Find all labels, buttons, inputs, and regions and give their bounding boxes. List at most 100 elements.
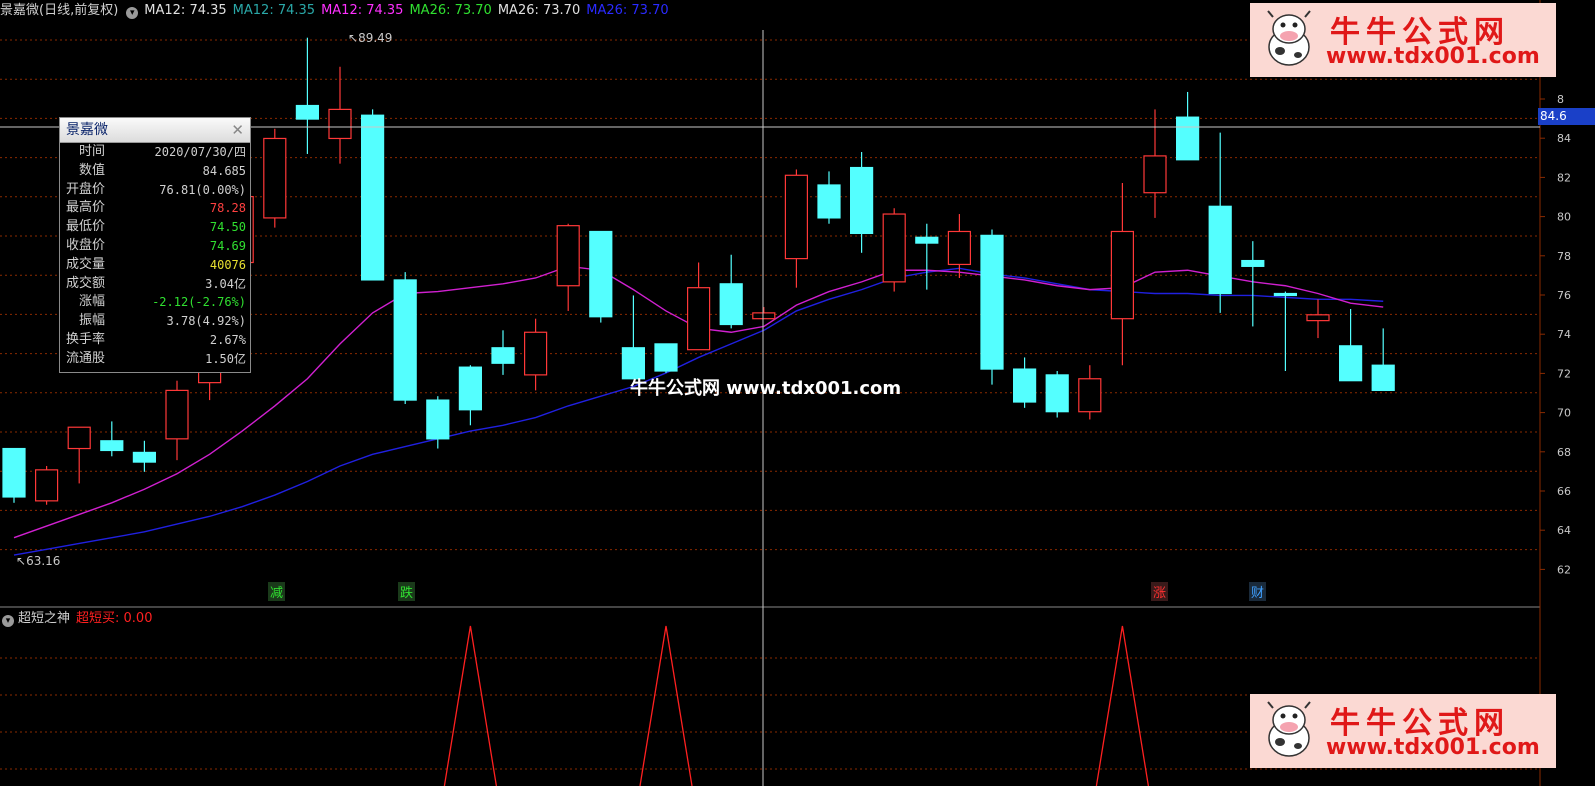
signal-marker: 财 (1249, 582, 1267, 601)
info-value: 74.69 (209, 238, 246, 253)
crosshair-price-tag: 84.6 (1538, 108, 1595, 125)
candle-body (980, 234, 1004, 370)
candle-body (915, 236, 939, 244)
candle-body (849, 166, 874, 235)
info-label: 收盘价 (66, 237, 106, 253)
info-panel[interactable]: 景嘉微 ✕ 时间 2020/07/30/四数值 84.685 开盘价 76.81(0.0… (59, 117, 251, 373)
indicator-list: MA12: 74.35 MA12: 74.35 MA12: 74.35 MA26: 7… (144, 3, 674, 18)
indicator-value: MA26: 73.70 (586, 3, 669, 18)
candle-body (2, 447, 26, 498)
axis-tick-label: 84 (1557, 132, 1571, 145)
info-row: 收盘价 74.69 (60, 237, 250, 256)
info-label: 成交额 (66, 275, 106, 291)
info-row: 成交额 3.04亿 (60, 275, 250, 294)
axis-tick-label: 78 (1557, 250, 1571, 263)
candle-body (263, 137, 287, 219)
candle-body (328, 108, 352, 140)
info-row: 开盘价 76.81(0.00%) (60, 181, 250, 200)
candle-body (882, 213, 906, 283)
indicator-value: MA12: 74.35 (321, 3, 404, 18)
signal-spike (443, 625, 498, 786)
indicator-value: MA26: 73.70 (497, 3, 581, 18)
candle-body (1208, 205, 1232, 295)
info-row: 最高价 78.28 (60, 199, 250, 218)
logo-url: www.tdx001.com (1326, 44, 1540, 69)
candle-body (1143, 155, 1167, 194)
candle-body (589, 230, 613, 318)
info-value: 2.67% (209, 332, 246, 347)
info-title-bar[interactable]: 景嘉微 ✕ (60, 118, 250, 143)
candle-body (719, 283, 743, 326)
candle-body (67, 426, 91, 450)
info-value: 3.78(4.92%) (166, 314, 246, 329)
info-label: 成交量 (66, 256, 106, 272)
cow-mascot-icon (1267, 10, 1311, 66)
axis-tick-label: 74 (1557, 328, 1571, 341)
info-label: 涨幅 (79, 294, 106, 310)
candle-body (1306, 314, 1330, 322)
candle-body (1110, 230, 1135, 320)
logo-url: www.tdx001.com (1326, 735, 1540, 760)
info-value: -2.12(-2.76%) (152, 295, 246, 310)
candle-body (361, 114, 385, 281)
candle-body (393, 279, 417, 401)
axis-tick-label: 62 (1557, 563, 1571, 576)
info-rows: 时间 2020/07/30/四数值 84.685 开盘价 76.81(0.00%) 最高价… (60, 143, 250, 369)
info-value: 78.28 (209, 201, 246, 216)
info-row: 振幅 3.78(4.92%) (60, 312, 250, 331)
info-value: 74.50 (209, 220, 246, 235)
subchart-header: ▾ 超短之神 超短买: 0.00 (0, 608, 152, 630)
candle-body (165, 389, 189, 440)
candle-body (1012, 368, 1037, 403)
info-row: 换手率 2.67% (60, 331, 250, 350)
info-value: 2020/07/30/四 (154, 145, 246, 159)
signal-label: 超短买: 0.00 (76, 611, 153, 626)
candle-body (784, 174, 809, 260)
signal-marker: 涨 (1151, 582, 1169, 601)
candle-body (817, 184, 841, 219)
info-value: 3.04亿 (205, 276, 246, 291)
center-watermark: 牛牛公式网 www.tdx001.com (630, 378, 902, 399)
candle-body (947, 230, 972, 266)
candle-body (100, 440, 124, 452)
candle-body (426, 399, 450, 440)
subchart-name[interactable]: 超短之神 (18, 611, 70, 626)
signal-spike (639, 625, 693, 786)
info-value: 40076 (209, 257, 246, 272)
axis-tick-label: 68 (1557, 446, 1571, 459)
dropdown-icon[interactable]: ▾ (126, 7, 139, 19)
info-value: 76.81(0.00%) (159, 182, 246, 197)
candle-body (752, 312, 776, 320)
close-icon[interactable]: ✕ (231, 118, 244, 142)
indicator-value: MA12: 74.35 (144, 3, 227, 18)
axis-tick-label: 66 (1557, 485, 1571, 498)
cow-mascot-icon (1267, 701, 1311, 757)
candle-body (295, 104, 319, 120)
info-label: 数值 (79, 162, 106, 178)
subchart-dropdown-icon[interactable]: ▾ (2, 615, 14, 627)
indicator-value: MA26: 73.70 (409, 3, 492, 18)
info-value: 1.50亿 (205, 351, 246, 366)
candle-body (686, 287, 711, 351)
info-label: 振幅 (79, 313, 106, 329)
candle-body (132, 451, 156, 463)
chart-header: 景嘉微(日线,前复权) ▾ MA12: 74.35 MA12: 74.35 MA12: … (0, 0, 681, 22)
info-label: 最高价 (66, 200, 106, 216)
info-title: 景嘉微 (66, 122, 108, 138)
info-value: 84.685 (202, 163, 246, 178)
axis-tick-label: 82 (1557, 171, 1571, 184)
signal-marker: 减 (268, 582, 286, 601)
candle-body (1078, 378, 1102, 413)
candle-body (1273, 292, 1298, 297)
candle-body (556, 225, 580, 287)
candle-body (34, 469, 59, 502)
candle-body (523, 331, 548, 376)
indicator-value: MA12: 74.35 (232, 3, 316, 18)
stock-title[interactable]: 景嘉微(日线,前复权) (0, 3, 118, 18)
signal-marker: 跌 (398, 582, 416, 601)
axis-tick-label: 72 (1557, 367, 1571, 380)
info-label: 时间 (79, 144, 106, 159)
candle-body (1371, 364, 1395, 391)
info-row: 最低价 74.50 (60, 218, 250, 237)
axis-tick-label: 70 (1557, 407, 1571, 420)
